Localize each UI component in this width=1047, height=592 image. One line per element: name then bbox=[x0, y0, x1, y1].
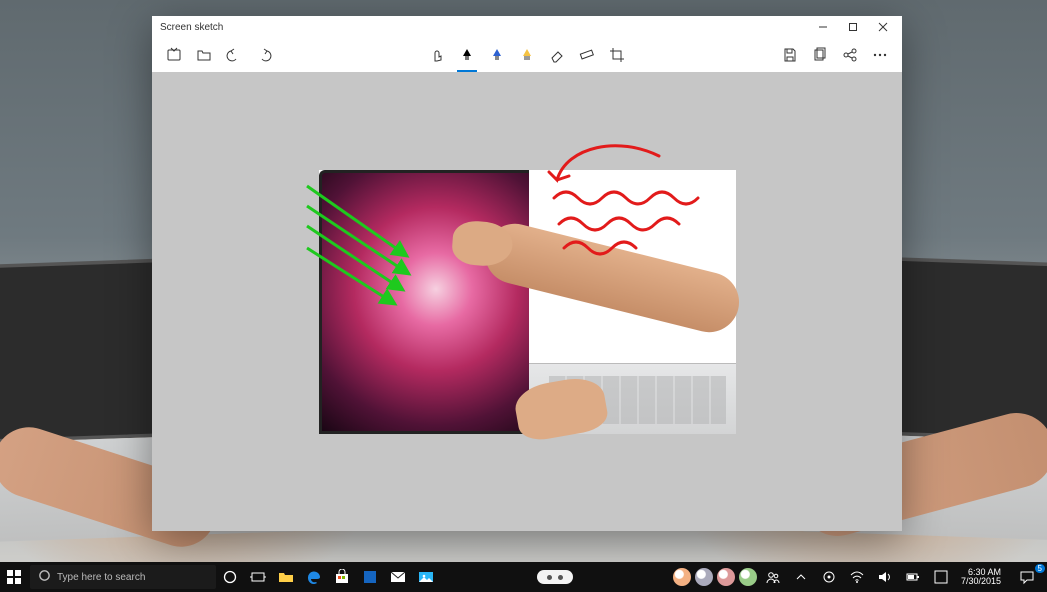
ballpoint-pen-button[interactable] bbox=[453, 41, 481, 69]
toolbar bbox=[152, 38, 902, 72]
canvas-area bbox=[152, 72, 902, 531]
tray-overflow-button[interactable] bbox=[787, 562, 815, 592]
ruler-button[interactable] bbox=[573, 41, 601, 69]
maximize-button[interactable] bbox=[838, 16, 868, 38]
save-button[interactable] bbox=[776, 41, 804, 69]
action-center-button[interactable]: 5 bbox=[1007, 562, 1047, 592]
people-avatar-4[interactable] bbox=[739, 568, 757, 586]
redo-button[interactable] bbox=[250, 41, 278, 69]
more-button[interactable] bbox=[866, 41, 894, 69]
edge-button[interactable] bbox=[300, 562, 328, 592]
cortana-icon bbox=[38, 569, 51, 585]
task-view-button[interactable] bbox=[244, 562, 272, 592]
mail-button[interactable] bbox=[384, 562, 412, 592]
power-icon[interactable] bbox=[899, 562, 927, 592]
desktop-wallpaper: Screen sketch bbox=[0, 0, 1047, 592]
titlebar[interactable]: Screen sketch bbox=[152, 16, 902, 38]
cortana-button[interactable] bbox=[216, 562, 244, 592]
notification-badge: 5 bbox=[1035, 564, 1045, 573]
highlighter-button[interactable] bbox=[513, 41, 541, 69]
pencil-button[interactable] bbox=[483, 41, 511, 69]
people-avatar-1[interactable] bbox=[673, 568, 691, 586]
volume-icon[interactable] bbox=[871, 562, 899, 592]
people-avatar-3[interactable] bbox=[717, 568, 735, 586]
start-button[interactable] bbox=[0, 562, 28, 592]
eraser-button[interactable] bbox=[543, 41, 571, 69]
undo-button[interactable] bbox=[220, 41, 248, 69]
sketch-canvas[interactable] bbox=[319, 170, 736, 434]
screen-sketch-window: Screen sketch bbox=[152, 16, 902, 531]
new-snip-button[interactable] bbox=[160, 41, 188, 69]
share-button[interactable] bbox=[836, 41, 864, 69]
close-button[interactable] bbox=[868, 16, 898, 38]
ime-icon[interactable] bbox=[927, 562, 955, 592]
file-explorer-button[interactable] bbox=[272, 562, 300, 592]
taskbar-center bbox=[440, 570, 671, 584]
window-title: Screen sketch bbox=[160, 22, 223, 33]
location-icon[interactable] bbox=[815, 562, 843, 592]
minimize-button[interactable] bbox=[808, 16, 838, 38]
screenshot-image bbox=[319, 170, 529, 434]
clock-date: 7/30/2015 bbox=[961, 577, 1001, 586]
people-avatar-2[interactable] bbox=[695, 568, 713, 586]
taskbar: Type here to search bbox=[0, 562, 1047, 592]
taskbar-pill-indicator[interactable] bbox=[537, 570, 573, 584]
wifi-icon[interactable] bbox=[843, 562, 871, 592]
store-button[interactable] bbox=[328, 562, 356, 592]
app-button[interactable] bbox=[356, 562, 384, 592]
photos-button[interactable] bbox=[412, 562, 440, 592]
people-button[interactable] bbox=[759, 562, 787, 592]
copy-button[interactable] bbox=[806, 41, 834, 69]
search-placeholder: Type here to search bbox=[57, 572, 145, 583]
touch-writing-button[interactable] bbox=[423, 41, 451, 69]
taskbar-search[interactable]: Type here to search bbox=[30, 565, 216, 589]
taskbar-clock[interactable]: 6:30 AM 7/30/2015 bbox=[955, 568, 1007, 586]
crop-button[interactable] bbox=[603, 41, 631, 69]
open-button[interactable] bbox=[190, 41, 218, 69]
system-tray: 6:30 AM 7/30/2015 5 bbox=[671, 562, 1047, 592]
